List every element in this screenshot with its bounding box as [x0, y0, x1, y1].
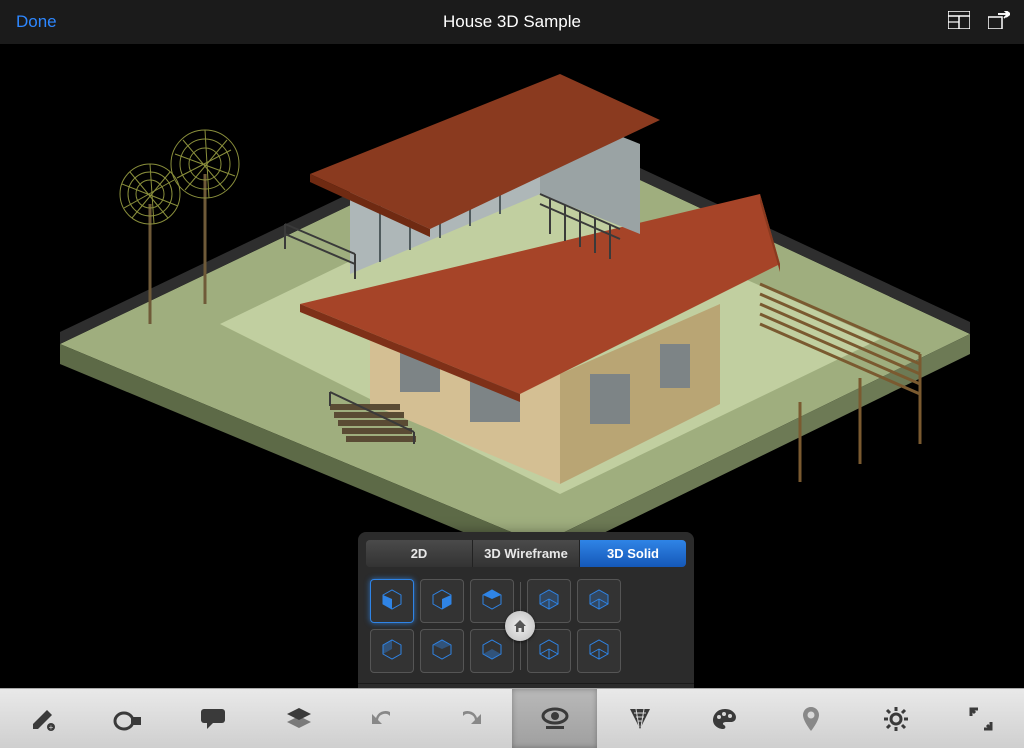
viewport-3d[interactable]: 2D 3D Wireframe 3D Solid [0, 44, 1024, 688]
view-iso-se[interactable] [527, 629, 571, 673]
tool-undo[interactable] [341, 689, 426, 748]
tab-2d[interactable]: 2D [366, 540, 473, 567]
view-iso-ne[interactable] [527, 579, 571, 623]
tool-views[interactable] [512, 689, 597, 748]
tool-measure[interactable] [85, 689, 170, 748]
bottom-toolbar: + [0, 688, 1024, 748]
header-right-group [948, 11, 1010, 34]
svg-text:+: + [48, 723, 53, 732]
tool-comment[interactable] [171, 689, 256, 748]
view-front[interactable] [370, 579, 414, 623]
view-grid [366, 575, 686, 683]
view-iso-nw[interactable] [577, 579, 621, 623]
view-mode-popover: 2D 3D Wireframe 3D Solid [358, 532, 694, 688]
tool-settings[interactable] [853, 689, 938, 748]
view-iso-sw[interactable] [577, 629, 621, 673]
layout-icon[interactable] [948, 11, 970, 34]
iso-views [527, 579, 621, 673]
done-button[interactable]: Done [16, 12, 57, 32]
view-mode-segmented: 2D 3D Wireframe 3D Solid [366, 540, 686, 567]
share-icon[interactable] [988, 11, 1010, 34]
tool-palette[interactable] [683, 689, 768, 748]
view-bottom[interactable] [470, 629, 514, 673]
tool-fullscreen[interactable] [939, 689, 1024, 748]
tool-redo[interactable] [427, 689, 512, 748]
view-left[interactable] [370, 629, 414, 673]
tool-location[interactable] [768, 689, 853, 748]
home-view-button[interactable] [505, 611, 535, 641]
tab-3d-wireframe[interactable]: 3D Wireframe [473, 540, 580, 567]
tool-layers[interactable] [256, 689, 341, 748]
tool-draw[interactable]: + [0, 689, 85, 748]
ortho-views [370, 579, 514, 673]
tab-3d-solid[interactable]: 3D Solid [580, 540, 686, 567]
view-top[interactable] [420, 629, 464, 673]
view-right[interactable] [420, 579, 464, 623]
top-bar: Done House 3D Sample [0, 0, 1024, 44]
tool-grid[interactable] [597, 689, 682, 748]
view-divider [520, 582, 521, 670]
page-title: House 3D Sample [443, 12, 581, 32]
